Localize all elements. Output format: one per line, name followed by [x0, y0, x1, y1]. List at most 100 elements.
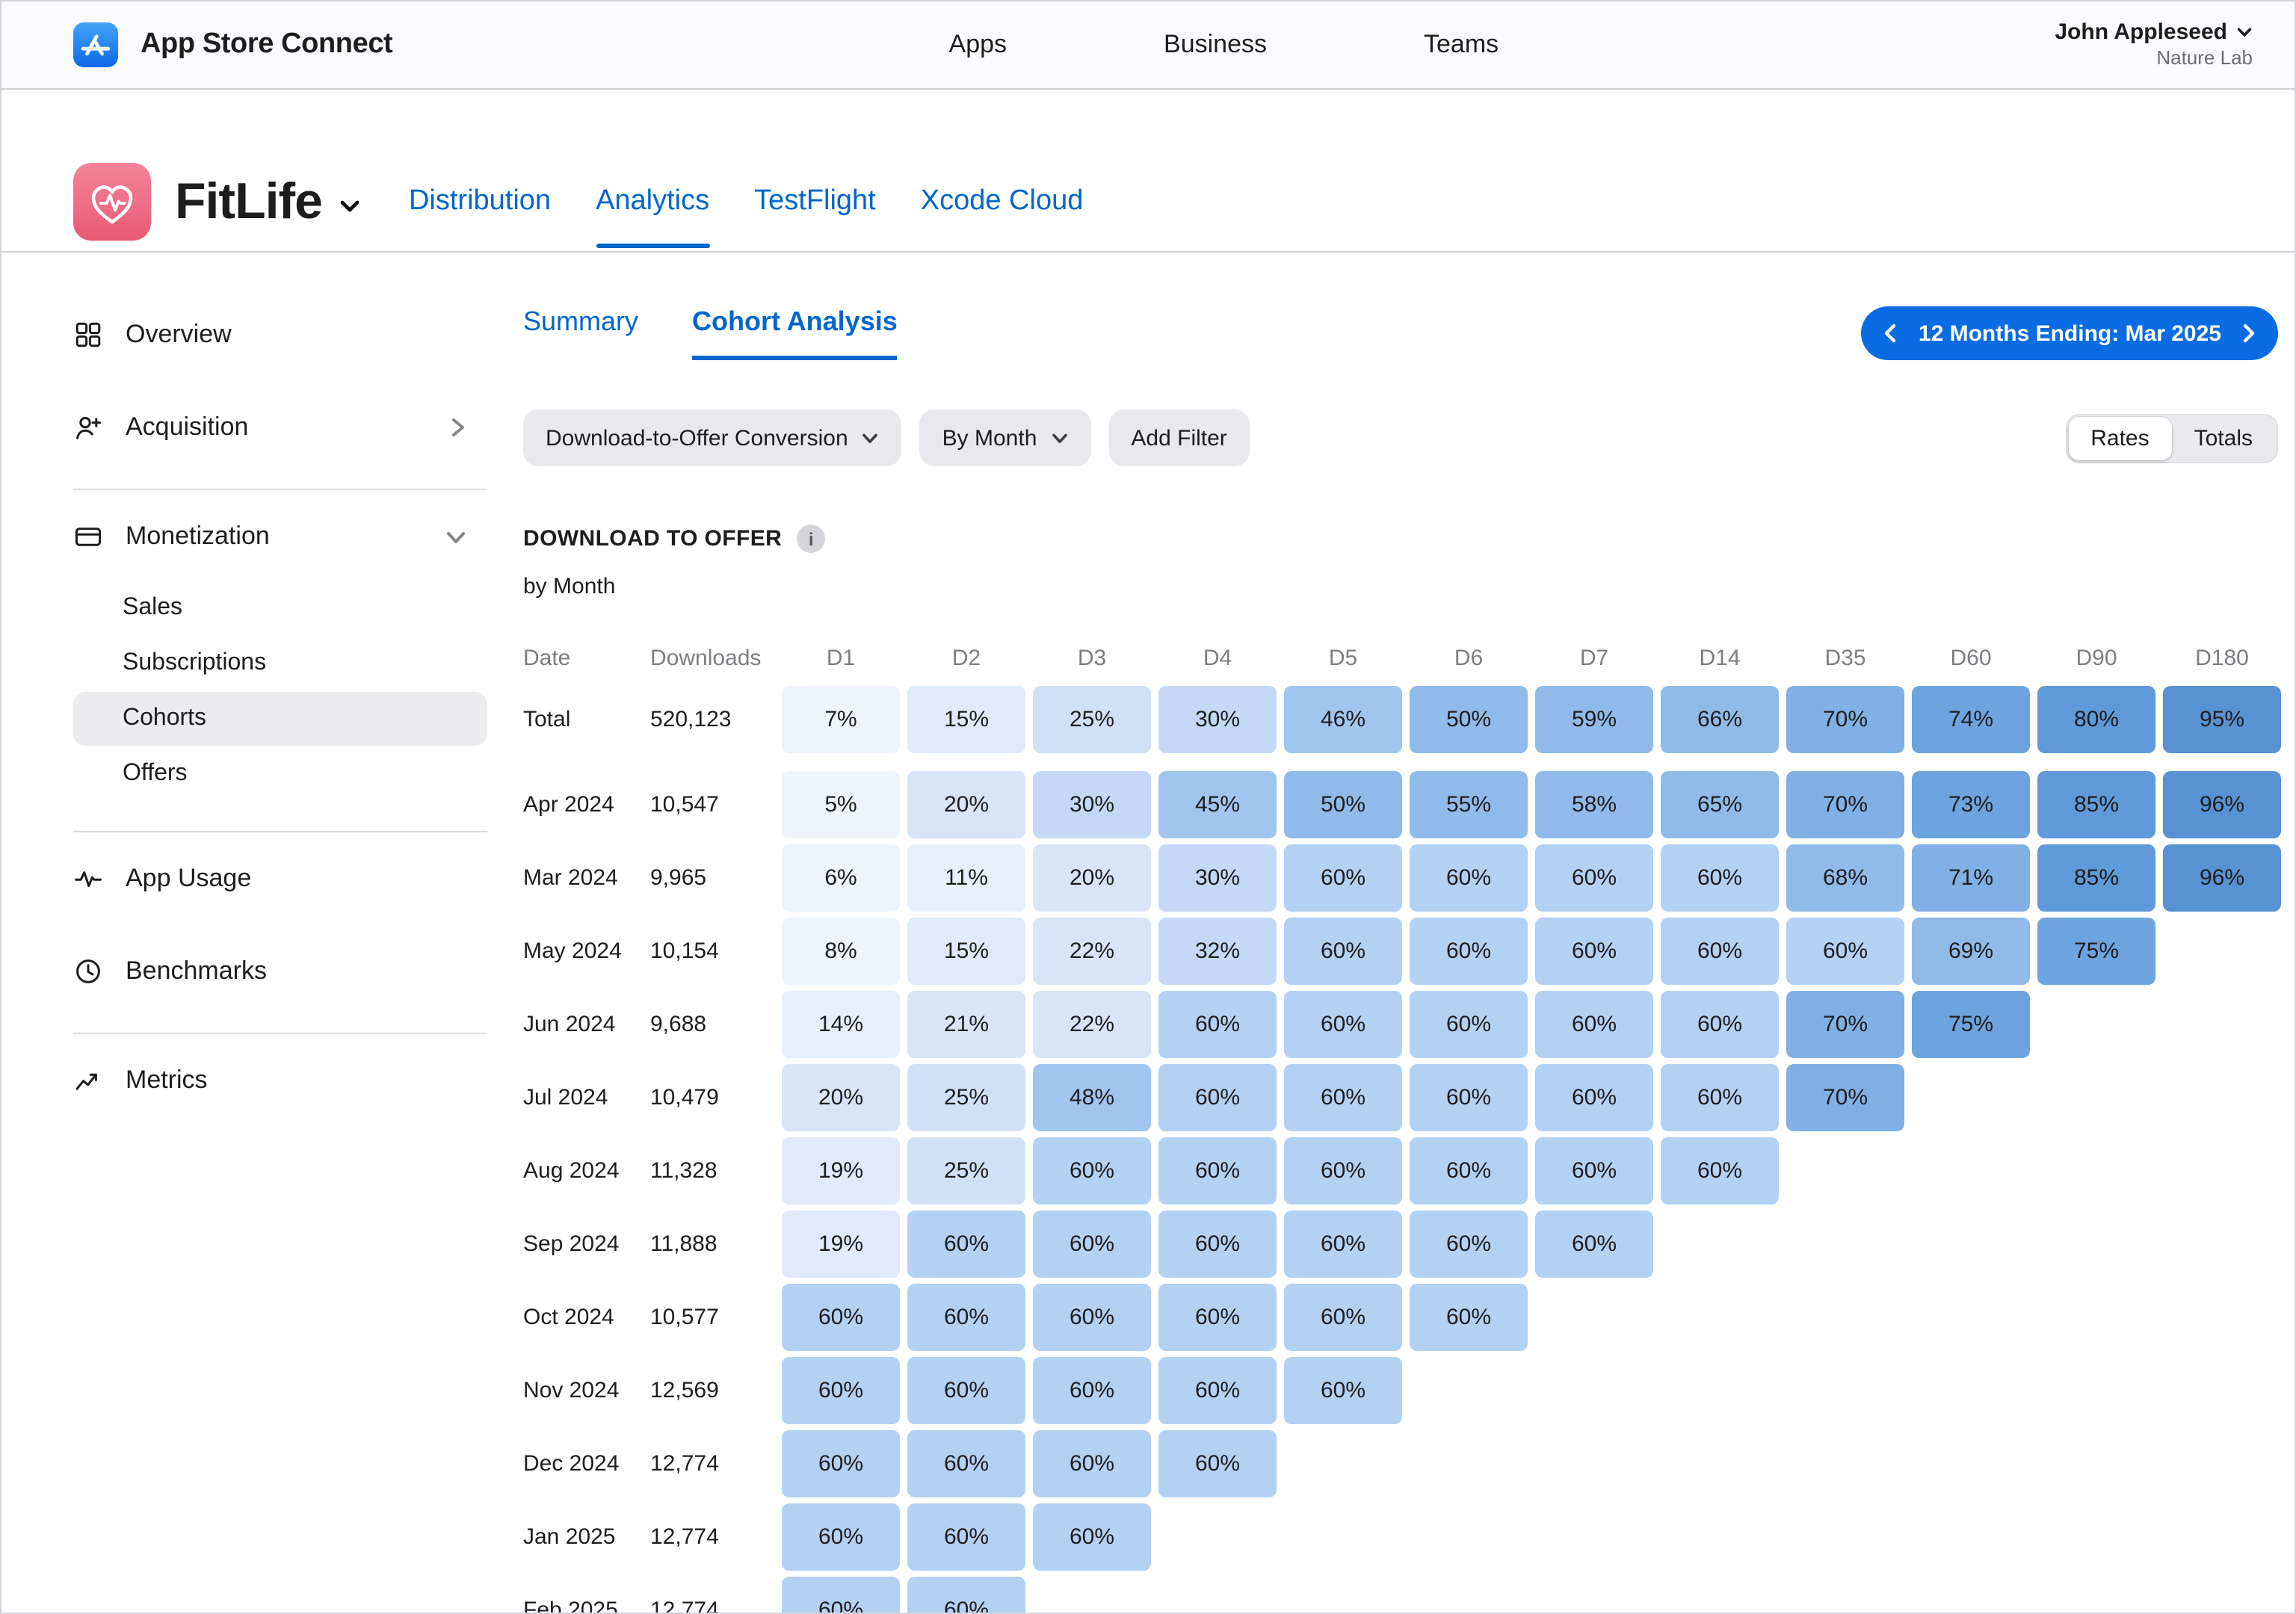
cohort-cell[interactable]: 70%: [1786, 991, 1904, 1058]
cohort-cell[interactable]: 60%: [1661, 1137, 1779, 1205]
sidebar-item-subscriptions[interactable]: Subscriptions: [73, 637, 487, 690]
cohort-cell[interactable]: 7%: [782, 686, 900, 753]
cohort-cell[interactable]: 60%: [1535, 844, 1653, 912]
cohort-cell[interactable]: 20%: [782, 1064, 900, 1131]
chevron-right-icon[interactable]: [2242, 323, 2256, 344]
cohort-cell[interactable]: 60%: [1158, 1210, 1277, 1278]
cohort-cell[interactable]: 48%: [1033, 1064, 1151, 1131]
cohort-cell[interactable]: 60%: [907, 1577, 1025, 1614]
cohort-cell[interactable]: 60%: [1158, 1064, 1277, 1131]
chevron-left-icon[interactable]: [1884, 323, 1898, 344]
nav-item-apps[interactable]: Apps: [949, 30, 1007, 60]
cohort-cell[interactable]: 65%: [1661, 771, 1779, 838]
cohort-cell[interactable]: 60%: [1284, 1284, 1402, 1351]
cohort-cell[interactable]: 66%: [1661, 686, 1779, 753]
cohort-cell[interactable]: 60%: [1410, 1064, 1528, 1131]
cohort-cell[interactable]: 60%: [1284, 1064, 1402, 1131]
cohort-cell[interactable]: 60%: [1158, 1137, 1277, 1205]
cohort-cell[interactable]: 80%: [2037, 686, 2155, 753]
cohort-cell[interactable]: 60%: [1410, 1284, 1528, 1351]
cohort-cell[interactable]: 32%: [1158, 918, 1277, 985]
cohort-cell[interactable]: 60%: [907, 1357, 1025, 1424]
cohort-cell[interactable]: 25%: [1033, 686, 1151, 753]
cohort-cell[interactable]: 60%: [1284, 844, 1402, 912]
cohort-cell[interactable]: 25%: [907, 1064, 1025, 1131]
cohort-cell[interactable]: 8%: [782, 918, 900, 985]
cohort-cell[interactable]: 21%: [907, 991, 1025, 1058]
sidebar-item-overview[interactable]: Overview: [73, 303, 487, 366]
cohort-cell[interactable]: 50%: [1410, 686, 1528, 753]
cohort-cell[interactable]: 60%: [1661, 918, 1779, 985]
tab-testflight[interactable]: TestFlight: [754, 185, 876, 218]
cohort-cell[interactable]: 60%: [1158, 1430, 1277, 1497]
cohort-cell[interactable]: 58%: [1535, 771, 1653, 838]
cohort-cell[interactable]: 60%: [1284, 918, 1402, 985]
cohort-cell[interactable]: 46%: [1284, 686, 1402, 753]
cohort-cell[interactable]: 15%: [907, 918, 1025, 985]
cohort-cell[interactable]: 60%: [1786, 918, 1904, 985]
cohort-cell[interactable]: 75%: [1912, 991, 2030, 1058]
cohort-cell[interactable]: 85%: [2037, 844, 2155, 912]
cohort-cell[interactable]: 30%: [1158, 844, 1277, 912]
toggle-option-totals[interactable]: Totals: [2172, 416, 2275, 460]
cohort-cell[interactable]: 60%: [782, 1430, 900, 1497]
sidebar-item-app-usage[interactable]: App Usage: [73, 847, 487, 910]
cohort-cell[interactable]: 96%: [2163, 771, 2281, 838]
cohort-cell[interactable]: 69%: [1912, 918, 2030, 985]
cohort-cell[interactable]: 19%: [782, 1210, 900, 1278]
tab-analytics[interactable]: Analytics: [596, 185, 709, 218]
nav-item-teams[interactable]: Teams: [1424, 30, 1499, 60]
cohort-cell[interactable]: 20%: [907, 771, 1025, 838]
cohort-cell[interactable]: 71%: [1912, 844, 2030, 912]
cohort-cell[interactable]: 60%: [1410, 991, 1528, 1058]
cohort-cell[interactable]: 60%: [1158, 1357, 1277, 1424]
cohort-cell[interactable]: 15%: [907, 686, 1025, 753]
cohort-cell[interactable]: 70%: [1786, 771, 1904, 838]
cohort-cell[interactable]: 60%: [907, 1503, 1025, 1571]
sidebar-item-acquisition[interactable]: Acquisition: [73, 396, 487, 459]
sidebar-item-monetization[interactable]: Monetization: [73, 505, 487, 568]
sidebar-item-benchmarks[interactable]: Benchmarks: [73, 940, 487, 1003]
sidebar-item-offers[interactable]: Offers: [73, 747, 487, 801]
cohort-cell[interactable]: 22%: [1033, 991, 1151, 1058]
cohort-cell[interactable]: 11%: [907, 844, 1025, 912]
cohort-cell[interactable]: 60%: [1033, 1137, 1151, 1205]
add-filter-button[interactable]: Add Filter: [1108, 409, 1249, 466]
cohort-cell[interactable]: 60%: [1661, 1064, 1779, 1131]
cohort-cell[interactable]: 60%: [782, 1503, 900, 1571]
cohort-cell[interactable]: 30%: [1158, 686, 1277, 753]
cohort-cell[interactable]: 19%: [782, 1137, 900, 1205]
cohort-cell[interactable]: 60%: [1410, 1137, 1528, 1205]
sidebar-item-metrics[interactable]: Metrics: [73, 1049, 487, 1112]
sidebar-item-sales[interactable]: Sales: [73, 581, 487, 635]
cohort-cell[interactable]: 22%: [1033, 918, 1151, 985]
cohort-cell[interactable]: 60%: [1158, 991, 1277, 1058]
info-icon[interactable]: i: [797, 525, 825, 553]
cohort-cell[interactable]: 95%: [2163, 686, 2281, 753]
cohort-cell[interactable]: 85%: [2037, 771, 2155, 838]
granularity-dropdown[interactable]: By Month: [920, 409, 1091, 466]
cohort-cell[interactable]: 6%: [782, 844, 900, 912]
cohort-cell[interactable]: 30%: [1033, 771, 1151, 838]
cohort-cell[interactable]: 60%: [907, 1284, 1025, 1351]
app-switcher[interactable]: FitLife: [175, 173, 364, 231]
cohort-cell[interactable]: 74%: [1912, 686, 2030, 753]
cohort-cell[interactable]: 60%: [1535, 1064, 1653, 1131]
sidebar-item-cohorts[interactable]: Cohorts: [73, 692, 487, 746]
cohort-cell[interactable]: 60%: [1284, 1357, 1402, 1424]
user-menu[interactable]: John Appleseed Nature Lab: [2055, 19, 2253, 71]
cohort-cell[interactable]: 60%: [1033, 1284, 1151, 1351]
cohort-cell[interactable]: 20%: [1033, 844, 1151, 912]
cohort-cell[interactable]: 60%: [1033, 1430, 1151, 1497]
cohort-cell[interactable]: 68%: [1786, 844, 1904, 912]
cohort-cell[interactable]: 60%: [1535, 1210, 1653, 1278]
cohort-cell[interactable]: 59%: [1535, 686, 1653, 753]
cohort-cell[interactable]: 60%: [782, 1577, 900, 1614]
cohort-cell[interactable]: 14%: [782, 991, 900, 1058]
cohort-cell[interactable]: 60%: [1284, 1210, 1402, 1278]
cohort-cell[interactable]: 73%: [1912, 771, 2030, 838]
cohort-cell[interactable]: 70%: [1786, 1064, 1904, 1131]
subtab-cohort-analysis[interactable]: Cohort Analysis: [692, 306, 898, 360]
tab-xcode-cloud[interactable]: Xcode Cloud: [921, 185, 1084, 218]
cohort-cell[interactable]: 60%: [1284, 1137, 1402, 1205]
